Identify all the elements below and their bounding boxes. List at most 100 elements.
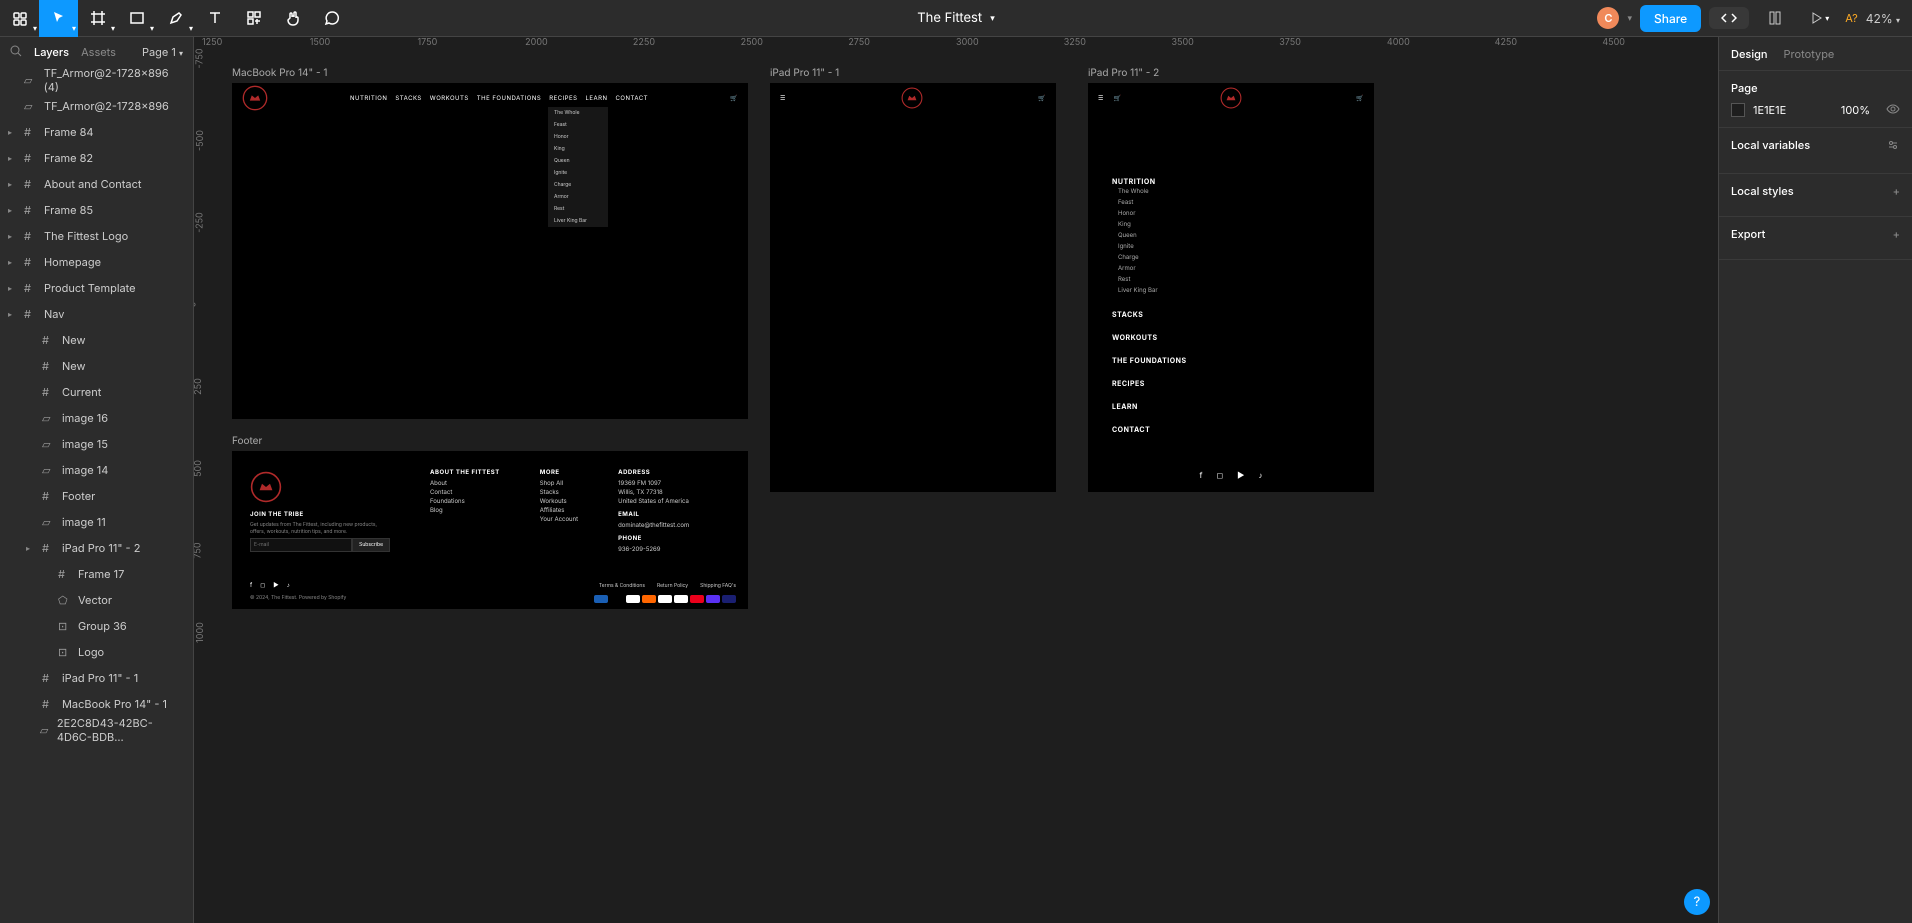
dropdown-item[interactable]: Feast	[548, 119, 608, 131]
nav-item[interactable]: RECIPES	[549, 95, 577, 102]
footer-link[interactable]: Workouts	[540, 498, 578, 505]
expand-caret-icon[interactable]: ▸	[8, 283, 18, 293]
search-icon[interactable]	[10, 45, 28, 60]
layer-row[interactable]: ▸#iPad Pro 11" - 2	[0, 535, 193, 561]
footer-link[interactable]: About	[430, 480, 500, 487]
mobile-menu-category[interactable]: THE FOUNDATIONS	[1112, 356, 1248, 365]
facebook-icon[interactable]: f	[250, 582, 252, 589]
layer-row[interactable]: ▸#Nav	[0, 301, 193, 327]
dev-mode-toggle[interactable]	[1709, 7, 1749, 29]
expand-caret-icon[interactable]: ▸	[8, 153, 18, 163]
layer-row[interactable]: ▸#About and Contact	[0, 171, 193, 197]
plus-icon[interactable]: +	[1893, 184, 1900, 198]
layer-row[interactable]: ▱2E2C8D43-42BC-4D6C-BDB...	[0, 717, 193, 743]
nav-item[interactable]: CONTACT	[615, 95, 648, 102]
footer-link[interactable]: Stacks	[540, 489, 578, 496]
artboard-ipad-1[interactable]: ☰ 🛒	[770, 83, 1056, 492]
nav-item[interactable]: WORKOUTS	[430, 95, 469, 102]
present-button[interactable]: ▾	[1801, 0, 1837, 36]
zoom-level[interactable]: 42% ▾	[1866, 11, 1900, 26]
library-button[interactable]	[1757, 0, 1793, 36]
instagram-icon[interactable]: ◻	[1216, 470, 1223, 480]
dropdown-item[interactable]: Charge	[548, 179, 608, 191]
frame-label[interactable]: iPad Pro 11" - 2	[1088, 67, 1159, 79]
layer-row[interactable]: ▱TF_Armor@2-1728×896	[0, 93, 193, 119]
mobile-menu-category[interactable]: LEARN	[1112, 402, 1248, 411]
footer-link[interactable]: United States of America	[618, 498, 689, 505]
cart-icon[interactable]: 🛒	[730, 95, 738, 102]
frame-label[interactable]: MacBook Pro 14" - 1	[232, 67, 327, 79]
mobile-menu-category[interactable]: NUTRITION	[1112, 177, 1248, 186]
footer-link[interactable]: Foundations	[430, 498, 500, 505]
facebook-icon[interactable]: f	[1200, 470, 1203, 480]
local-styles-section[interactable]: Local styles+	[1719, 174, 1912, 217]
mobile-menu-subitem[interactable]: Feast	[1112, 197, 1248, 208]
frame-label[interactable]: Footer	[232, 435, 262, 447]
document-title-area[interactable]: The Fittest ▾	[917, 10, 994, 26]
canvas[interactable]: 1250150017502000225025002750300032503500…	[194, 37, 1718, 923]
dropdown-item[interactable]: King	[548, 143, 608, 155]
youtube-icon[interactable]: ▶	[273, 582, 279, 589]
dropdown-item[interactable]: Honor	[548, 131, 608, 143]
layer-row[interactable]: ▸#The Fittest Logo	[0, 223, 193, 249]
layer-row[interactable]: ▸#Homepage	[0, 249, 193, 275]
text-tool-button[interactable]	[195, 0, 234, 37]
layer-row[interactable]: #Current	[0, 379, 193, 405]
mobile-menu-category[interactable]: CONTACT	[1112, 425, 1248, 434]
resources-button[interactable]	[234, 0, 273, 37]
shipping-link[interactable]: Shipping FAQ's	[700, 583, 736, 589]
footer-link[interactable]: Affiliates	[540, 507, 578, 514]
artboard-ipad-2[interactable]: ☰ 🛒 🛒 NUTRITIONThe WholeFeastHonorKingQu…	[1088, 83, 1374, 492]
footer-link[interactable]: 19369 FM 1097	[618, 480, 689, 487]
frame-tool-button[interactable]: ▾	[78, 0, 117, 37]
footer-link[interactable]: Shop All	[540, 480, 578, 487]
cart-icon[interactable]: 🛒	[1038, 95, 1046, 102]
mobile-menu-subitem[interactable]: Charge	[1112, 252, 1248, 263]
pen-tool-button[interactable]: ▾	[156, 0, 195, 37]
artboard-footer[interactable]: JOIN THE TRIBE Get updates from The Fitt…	[232, 451, 748, 609]
local-variables-section[interactable]: Local variables	[1719, 128, 1912, 174]
dropdown-item[interactable]: Liver King Bar	[548, 215, 608, 227]
move-tool-button[interactable]: ▾	[39, 0, 78, 37]
tiktok-icon[interactable]: ♪	[1258, 470, 1262, 480]
hamburger-icon[interactable]: ☰	[780, 95, 786, 102]
expand-caret-icon[interactable]: ▸	[8, 309, 18, 319]
mobile-menu-subitem[interactable]: The Whole	[1112, 186, 1248, 197]
visibility-icon[interactable]	[1886, 103, 1900, 117]
expand-caret-icon[interactable]: ▸	[8, 127, 18, 137]
mobile-menu-subitem[interactable]: Rest	[1112, 274, 1248, 285]
youtube-icon[interactable]: ▶	[1237, 470, 1244, 480]
footer-link[interactable]: Your Account	[540, 516, 578, 523]
missing-fonts-indicator[interactable]: A?	[1845, 11, 1858, 25]
mobile-menu-category[interactable]: WORKOUTS	[1112, 333, 1248, 342]
nav-item[interactable]: THE FOUNDATIONS	[477, 95, 541, 102]
layers-tab[interactable]: Layers	[28, 45, 75, 59]
shape-tool-button[interactable]: ▾	[117, 0, 156, 37]
main-menu-button[interactable]: ▾	[0, 0, 39, 37]
nav-item[interactable]: LEARN	[585, 95, 607, 102]
layer-row[interactable]: #New	[0, 327, 193, 353]
color-swatch[interactable]	[1731, 103, 1745, 117]
dropdown-item[interactable]: Queen	[548, 155, 608, 167]
cart-icon[interactable]: 🛒	[1114, 95, 1122, 102]
help-button[interactable]: ?	[1684, 889, 1710, 915]
mobile-menu-subitem[interactable]: Liver King Bar	[1112, 285, 1248, 296]
layer-row[interactable]: ▱image 15	[0, 431, 193, 457]
settings-icon[interactable]	[1886, 138, 1900, 155]
export-section[interactable]: Export+	[1719, 217, 1912, 260]
layer-row[interactable]: ▱image 11	[0, 509, 193, 535]
tiktok-icon[interactable]: ♪	[287, 582, 290, 589]
footer-link[interactable]: Willis, TX 77318	[618, 489, 689, 496]
mobile-menu-category[interactable]: STACKS	[1112, 310, 1248, 319]
mobile-menu-subitem[interactable]: Armor	[1112, 263, 1248, 274]
artboard-macbook[interactable]: NUTRITIONSTACKSWORKOUTSTHE FOUNDATIONSRE…	[232, 83, 748, 419]
layer-row[interactable]: ▸#Frame 85	[0, 197, 193, 223]
layer-row[interactable]: ⊡Group 36	[0, 613, 193, 639]
mobile-menu-subitem[interactable]: Queen	[1112, 230, 1248, 241]
layer-row[interactable]: ▸#Product Template	[0, 275, 193, 301]
dropdown-item[interactable]: Armor	[548, 191, 608, 203]
design-tab[interactable]: Design	[1731, 47, 1768, 61]
dropdown-item[interactable]: Ignite	[548, 167, 608, 179]
expand-caret-icon[interactable]: ▸	[26, 543, 36, 553]
mobile-menu-subitem[interactable]: Honor	[1112, 208, 1248, 219]
